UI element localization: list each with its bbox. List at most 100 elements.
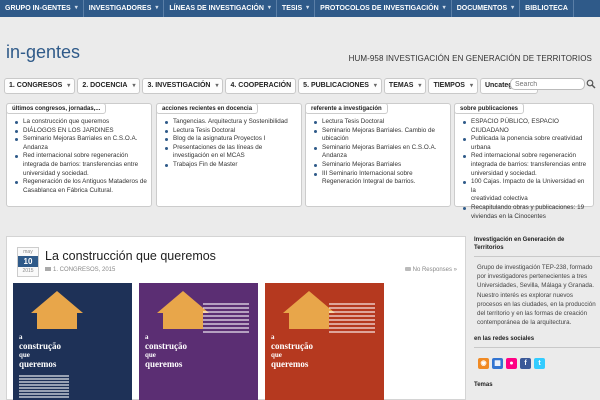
poster-detail-line: [203, 327, 249, 329]
poster-detail-line: [203, 311, 249, 313]
chevron-down-icon: ▾: [511, 5, 515, 11]
right-sidebar: Investigación en Generación de Territori…: [474, 232, 600, 400]
topnav-item[interactable]: LÍNEAS DE INVESTIGACIÓN ▾: [164, 0, 277, 17]
widget-link-text: DIÁLOGOS EN LOS JARDINES: [23, 126, 114, 134]
widget-link[interactable]: Seminario Mejoras Barriales: [314, 161, 446, 170]
topnav-label: BIBLIOTECA: [525, 5, 568, 12]
delicious-icon[interactable]: ▦: [492, 358, 503, 370]
widget-list: La construcción que queremos DIÁLOGOS EN …: [15, 118, 147, 195]
widget-link[interactable]: Lectura Tesis Doctoral: [165, 127, 297, 136]
chevron-down-icon: ▾: [67, 83, 71, 89]
topnav-label: DOCUMENTOS: [456, 5, 508, 12]
poster-image[interactable]: a construção que queremos: [13, 283, 132, 400]
house-body-graphic: [163, 313, 203, 329]
widget-link-text: III Seminario Internacional sobre: [322, 169, 413, 177]
widget-link[interactable]: Trabajos Fin de Master: [165, 161, 297, 170]
description-line: procesos en las ciudades, en la producci…: [477, 300, 596, 308]
widget-link[interactable]: 100 Cajas. Impacto de la Universidad en …: [463, 178, 589, 204]
widget-link[interactable]: DIÁLOGOS EN LOS JARDINES: [15, 127, 147, 136]
widget-link[interactable]: Seminario Mejoras Barriales en C.S.O.A. A…: [314, 144, 446, 161]
house-body-graphic: [37, 313, 77, 329]
widget-link-text: Red internacional sobre regeneración: [471, 152, 577, 160]
post-comments-label: No Responses »: [412, 267, 457, 273]
widget-link-text: universidad y sociedad.: [23, 169, 89, 177]
poster-text: construção: [271, 341, 313, 351]
category-tab[interactable]: 2. DOCENCIA ▾: [77, 78, 141, 94]
poster-text: queremos: [271, 359, 309, 369]
widget-link[interactable]: Regeneración de los Antiguos Mataderos d…: [15, 178, 147, 195]
topnav-item[interactable]: PROTOCOLOS DE INVESTIGACIÓN ▾: [315, 0, 452, 17]
poster-detail-line: [203, 331, 249, 333]
poster-text: construção: [19, 341, 61, 351]
twitter-icon[interactable]: t: [534, 358, 545, 370]
topnav-item[interactable]: TESIS ▾: [277, 0, 316, 17]
poster-detail-line: [329, 327, 375, 329]
search-icon[interactable]: [586, 79, 596, 89]
category-tab[interactable]: 3. INVESTIGACIÓN ▾: [142, 78, 224, 94]
topnav-item[interactable]: GRUPO IN-GENTES ▾: [0, 0, 84, 17]
sidebar-block-title: Investigación en Generación de Territori…: [474, 237, 565, 251]
widget-link[interactable]: Publicada la ponencia sobre creatividad u…: [463, 135, 589, 152]
widget-link-text: Tangencias. Arquitectura y Sostenibilida…: [173, 118, 288, 125]
widget-link-text: urbana: [471, 143, 491, 151]
chevron-down-icon: ▾: [373, 83, 377, 89]
post-comments-link[interactable]: No Responses »: [404, 267, 457, 273]
facebook-icon[interactable]: f: [520, 358, 531, 370]
chevron-down-icon: ▾: [155, 5, 159, 11]
category-tab[interactable]: 1. CONGRESOS ▾: [4, 78, 76, 94]
category-tab[interactable]: 5. PUBLICACIONES ▾: [298, 78, 382, 94]
poster-image[interactable]: a construção que queremos: [139, 283, 258, 400]
widget-link-text: integrada de barrios: transferencias ent…: [23, 160, 139, 168]
widget-link[interactable]: Presentaciones de las líneas de investiga…: [165, 144, 297, 161]
site-title[interactable]: in-gentes: [6, 42, 80, 62]
widget-link[interactable]: Lectura Tesis Doctoral: [314, 118, 446, 127]
widget-link[interactable]: Red internacional sobre regeneración inte…: [463, 152, 589, 178]
widget-list: ESPACIO PÚBLICO, ESPACIO CIUDADANO Public…: [463, 118, 589, 221]
widget-link[interactable]: La construcción que queremos: [15, 118, 147, 127]
poster-detail-line: [329, 323, 375, 325]
widget-link[interactable]: Tangencias. Arquitectura y Sostenibilida…: [165, 118, 297, 127]
date-day: 10: [18, 256, 38, 267]
category-tab[interactable]: TIEMPOS ▾: [428, 78, 478, 94]
poster-detail-line: [203, 319, 249, 321]
widget-link[interactable]: Seminario Mejoras Barriales en C.S.O.A. A…: [15, 135, 147, 152]
post-category[interactable]: 1. CONGRESOS, 2015: [45, 267, 115, 273]
widget-list: Tangencias. Arquitectura y Sostenibilida…: [165, 118, 297, 170]
poster-text: queremos: [19, 359, 57, 369]
category-tab-label: TIEMPOS: [433, 82, 465, 89]
topnav-item[interactable]: DOCUMENTOS ▾: [452, 0, 521, 17]
category-nav: 1. CONGRESOS ▾ 2. DOCENCIA ▾ 3. INVESTIGACIÓ…: [4, 78, 596, 94]
poster-text: construção: [145, 341, 187, 351]
topnav-label: INVESTIGADORES: [88, 5, 152, 12]
widget-link[interactable]: Blog de la asignatura Proyectos I: [165, 135, 297, 144]
rss-icon[interactable]: ◉: [478, 358, 489, 370]
widget-link-text: Lectura Tesis Doctoral: [173, 126, 236, 134]
widget-link[interactable]: Seminario Mejoras Barriales. Cambio de ub…: [314, 127, 446, 144]
widget-link[interactable]: III Seminario Internacional sobre Regener…: [314, 170, 446, 187]
widget-link[interactable]: ESPACIO PÚBLICO, ESPACIO CIUDADANO: [463, 118, 589, 135]
divider: [474, 256, 600, 257]
category-tab-label: 3. INVESTIGACIÓN: [147, 82, 211, 89]
search-input[interactable]: [510, 78, 585, 90]
widget-link-text: Publicada la ponencia sobre creatividad: [471, 135, 583, 143]
poster-detail-line: [329, 331, 375, 333]
widget-title: acciones recientes en docencia: [156, 103, 259, 114]
topnav-label: LÍNEAS DE INVESTIGACIÓN: [169, 5, 264, 12]
house-body-graphic: [289, 313, 329, 329]
widget-link-text: 100 Cajas. Impacto de la Universidad en …: [471, 178, 585, 194]
flickr-icon[interactable]: ●: [506, 358, 517, 370]
category-tab[interactable]: 4. COOPERACIÓN: [225, 78, 297, 94]
post-title[interactable]: La construcción que queremos: [45, 249, 216, 263]
social-icons: ◉ ▦ ● f t: [474, 358, 600, 370]
poster-detail-line: [19, 393, 69, 395]
poster-detail-line: [329, 311, 375, 313]
topnav-item[interactable]: INVESTIGADORES ▾: [84, 0, 165, 17]
widget-link[interactable]: Red internacional sobre regeneración inte…: [15, 152, 147, 178]
topnav-label: GRUPO IN-GENTES: [5, 5, 71, 12]
category-tab[interactable]: TEMAS ▾: [383, 78, 427, 94]
poster-image[interactable]: a construção que queremos: [265, 283, 384, 400]
widget-link[interactable]: Recapitulando obras y publicaciones: 19 v…: [463, 204, 589, 221]
topnav-item[interactable]: BIBLIOTECA: [520, 0, 574, 17]
poster-detail-line: [203, 307, 249, 309]
group-description: Grupo de investigación TEP-238, formado p…: [474, 263, 600, 327]
